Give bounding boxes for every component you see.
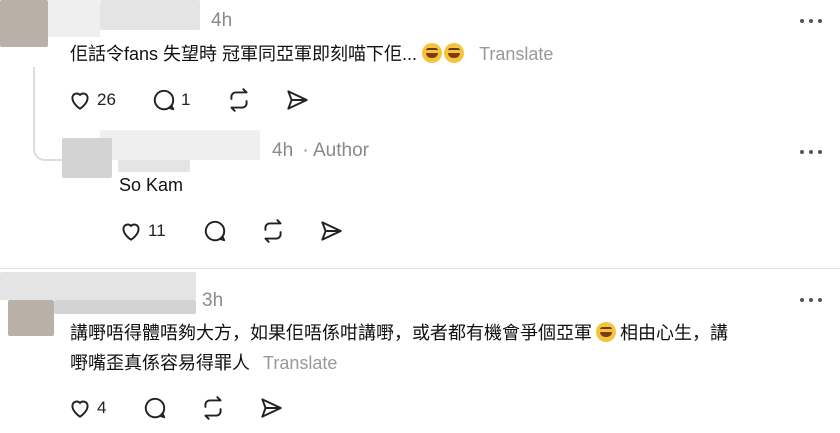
comment-divider xyxy=(0,268,840,269)
share-button[interactable] xyxy=(258,395,284,421)
send-icon xyxy=(287,90,308,110)
reply-button[interactable] xyxy=(202,218,228,244)
repost-button[interactable] xyxy=(226,87,252,113)
username-redacted[interactable] xyxy=(100,130,260,160)
comment-text: 佢話令fans 失望時 冠軍同亞軍即刻喵下佢... Translate xyxy=(70,39,553,69)
comment-icon xyxy=(144,397,166,419)
repost-button[interactable] xyxy=(200,395,226,421)
action-bar: 26 1 xyxy=(67,87,327,117)
translate-link[interactable]: Translate xyxy=(479,44,553,64)
heart-icon xyxy=(122,223,140,241)
author-tag: · Author xyxy=(302,140,369,161)
comment-body: 相由心生，講 xyxy=(620,323,728,343)
reply-button[interactable]: 1 xyxy=(151,87,190,113)
like-count: 4 xyxy=(97,398,107,417)
username-redacted[interactable] xyxy=(48,0,100,37)
more-dots-icon[interactable] xyxy=(800,147,826,157)
like-button[interactable]: 4 xyxy=(67,395,106,421)
share-button[interactable] xyxy=(284,87,310,113)
more-dots-icon[interactable] xyxy=(800,295,826,305)
heart-icon xyxy=(71,400,89,418)
comment-body: 講嘢唔得體唔夠大方，如果佢唔係咁講嘢，或者都有機會爭個亞軍 xyxy=(70,323,592,343)
username-redacted[interactable] xyxy=(100,0,200,30)
repost-icon xyxy=(230,88,248,112)
like-button[interactable]: 11 xyxy=(118,218,166,244)
comment-line: 講嘢唔得體唔夠大方，如果佢唔係咁講嘢，或者都有機會爭個亞軍 相由心生，講 xyxy=(70,318,830,348)
username-redacted[interactable] xyxy=(54,300,196,314)
repost-icon xyxy=(264,219,282,243)
translate-link[interactable]: Translate xyxy=(263,353,337,373)
grinning-emoji xyxy=(596,322,616,342)
timestamp: 4h xyxy=(272,140,294,161)
comment-icon xyxy=(153,89,175,111)
reply-text: So Kam xyxy=(119,175,184,195)
action-bar: 4 xyxy=(67,395,307,425)
timestamp: 3h xyxy=(202,290,224,311)
comment-body: 佢話令fans 失望時 冠軍同亞軍即刻喵下佢... xyxy=(70,44,418,64)
heart-icon xyxy=(71,92,89,110)
reply-count: 1 xyxy=(181,90,191,109)
avatar[interactable] xyxy=(62,138,112,178)
rolling-laughing-emoji xyxy=(422,43,443,63)
share-button[interactable] xyxy=(318,218,344,244)
like-count: 11 xyxy=(148,221,166,240)
comment-icon xyxy=(204,220,226,242)
like-button[interactable]: 26 xyxy=(67,87,116,113)
more-dots-icon[interactable] xyxy=(800,16,826,26)
like-count: 26 xyxy=(97,90,116,109)
rolling-laughing-emoji xyxy=(444,43,465,63)
thread-line xyxy=(33,67,65,161)
repost-button[interactable] xyxy=(260,218,286,244)
timestamp: 4h xyxy=(211,10,233,31)
comment-body: 嘢嘴歪真係容易得罪人 xyxy=(70,353,250,373)
timestamp-author: 4h · Author xyxy=(272,140,369,162)
send-icon xyxy=(261,398,282,418)
avatar[interactable] xyxy=(0,0,48,47)
send-icon xyxy=(321,221,342,241)
reply-button[interactable] xyxy=(142,395,168,421)
repost-icon xyxy=(204,396,222,420)
comment-line: 嘢嘴歪真係容易得罪人 Translate xyxy=(70,348,830,378)
username-redacted[interactable] xyxy=(0,272,196,300)
avatar[interactable] xyxy=(8,300,54,336)
comment-text: 講嘢唔得體唔夠大方，如果佢唔係咁講嘢，或者都有機會爭個亞軍 相由心生，講 嘢嘴歪真… xyxy=(70,318,830,378)
action-bar: 11 xyxy=(118,218,358,248)
